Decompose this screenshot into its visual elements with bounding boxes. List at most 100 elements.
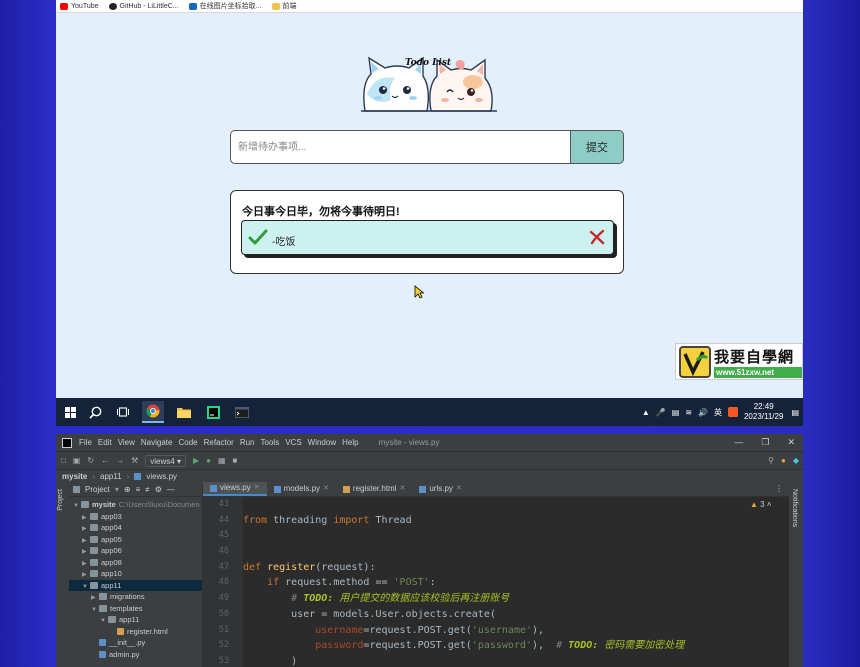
bookmark-folder-frontend[interactable]: 前端 — [271, 1, 297, 11]
menu-refactor[interactable]: Refactor — [204, 438, 234, 447]
tree-item-label: app08 — [101, 557, 122, 567]
file-explorer-button[interactable] — [173, 401, 195, 423]
tab-urls-py[interactable]: urls.py ✕ — [412, 482, 468, 496]
bookmark-github[interactable]: GitHub - LiLittleC... — [108, 2, 179, 10]
gear-icon[interactable]: ⚙ — [155, 485, 162, 494]
menu-code[interactable]: Code — [178, 438, 197, 447]
more-tabs-icon[interactable]: ⋮ — [775, 482, 783, 496]
clock[interactable]: 22:49 2023/11/29 — [744, 402, 783, 422]
coverage-icon[interactable]: ▦ — [218, 456, 226, 465]
close-tab-icon[interactable]: ✕ — [323, 482, 329, 496]
volume-icon[interactable]: 🔊 — [698, 408, 708, 417]
tree-item[interactable]: __init__.py — [69, 637, 202, 649]
code-editor[interactable]: from threading import Thread def registe… — [243, 497, 789, 667]
menu-tools[interactable]: Tools — [261, 438, 280, 447]
menu-edit[interactable]: Edit — [98, 438, 112, 447]
update-icon[interactable]: ● — [781, 456, 786, 465]
minimize-icon[interactable]: — — [734, 437, 743, 448]
close-tab-icon[interactable]: ✕ — [456, 482, 462, 496]
youtube-icon — [60, 2, 68, 10]
maximize-icon[interactable]: ❐ — [761, 437, 769, 448]
sync-icon[interactable]: ↻ — [87, 456, 94, 465]
hide-panel-icon[interactable]: — — [167, 485, 175, 494]
plugin-icon[interactable]: ◆ — [793, 456, 799, 465]
tree-item[interactable]: ▶ app04 — [69, 522, 202, 534]
chevron-down-icon[interactable]: ▾ — [115, 485, 119, 494]
notifications-tool-tab[interactable]: Notifications — [791, 489, 798, 527]
tree-item[interactable]: ▶ app06 — [69, 545, 202, 557]
forward-arrow-icon[interactable]: → — [116, 456, 124, 465]
code-line: username=request.POST.get('username'), — [315, 624, 545, 636]
tree-item[interactable]: ▶ app08 — [69, 557, 202, 569]
search-button[interactable] — [84, 401, 106, 423]
tree-item[interactable]: ▼ templates — [69, 603, 202, 615]
todo-list-card: 今日事今日毕，勿将今事待明日! -吃饭 — [230, 190, 624, 274]
network-icon[interactable]: ▤ — [672, 408, 680, 417]
tree-item[interactable]: ▶ app05 — [69, 534, 202, 546]
tab-models-py[interactable]: models.py ✕ — [267, 482, 336, 496]
close-tab-icon[interactable]: ✕ — [399, 482, 405, 496]
task-view-button[interactable] — [112, 401, 134, 423]
submit-button[interactable]: 提交 — [570, 130, 624, 164]
project-tool-tab[interactable]: Project — [57, 489, 64, 511]
notification-icon[interactable]: ▤ — [791, 408, 799, 417]
locate-icon[interactable]: ⊕ — [124, 485, 131, 494]
open-folder-icon[interactable]: □ — [61, 456, 66, 465]
sogou-icon[interactable] — [727, 407, 738, 417]
tree-item[interactable]: register.html — [69, 626, 202, 638]
tree-item[interactable]: ▼ app11 — [69, 579, 202, 591]
close-tab-icon[interactable]: ✕ — [254, 481, 260, 495]
inspection-widget[interactable]: ▲ 3 ˄ — [750, 500, 772, 509]
menu-window[interactable]: Window — [308, 438, 336, 447]
project-panel-title[interactable]: Project — [85, 485, 110, 494]
microphone-icon[interactable]: 🎤 — [656, 408, 666, 417]
bookmark-youtube[interactable]: YouTube — [60, 2, 99, 10]
tree-item[interactable]: ▶ migrations — [69, 591, 202, 603]
menu-view[interactable]: View — [118, 438, 135, 447]
stop-icon[interactable]: ■ — [233, 456, 238, 465]
bookmark-coordinate-tool[interactable]: 在线图片坐标拾取... — [188, 1, 262, 11]
debug-icon[interactable]: ● — [206, 456, 211, 465]
python-file-icon — [273, 485, 281, 493]
save-icon[interactable]: ▣ — [73, 456, 81, 465]
menu-run[interactable]: Run — [240, 438, 255, 447]
tree-item[interactable]: ▼ app11 — [69, 614, 202, 626]
tree-item[interactable]: ▼ mysite C:\Users\liuxu\Documen — [69, 499, 202, 511]
tree-item[interactable]: ▶ app03 — [69, 511, 202, 523]
build-icon[interactable]: ⚒ — [131, 456, 138, 465]
tab-register-html[interactable]: register.html ✕ — [336, 482, 412, 496]
delete-x-icon[interactable] — [589, 229, 605, 245]
ime-indicator[interactable]: 英 — [714, 407, 722, 418]
menu-help[interactable]: Help — [342, 438, 358, 447]
tree-item[interactable]: admin.py — [69, 649, 202, 661]
chrome-icon — [146, 404, 160, 418]
pycharm-taskbar-button[interactable] — [202, 401, 224, 423]
back-arrow-icon[interactable]: ← — [101, 456, 109, 465]
expand-all-icon[interactable]: ≠ — [145, 485, 149, 494]
chevron-up-icon[interactable]: ▲ — [642, 408, 650, 417]
chrome-taskbar-button[interactable] — [142, 401, 164, 423]
run-config-select[interactable]: views4 ▾ — [145, 454, 186, 467]
run-icon[interactable]: ▶ — [193, 456, 199, 465]
breadcrumb-root[interactable]: mysite — [62, 472, 87, 481]
collapse-all-icon[interactable]: ≡ — [136, 485, 141, 494]
menu-navigate[interactable]: Navigate — [141, 438, 173, 447]
wifi-icon[interactable]: ≋ — [685, 408, 692, 417]
folder-icon — [90, 547, 98, 554]
terminal-taskbar-button[interactable] — [231, 401, 253, 423]
left-tool-strip: Project — [56, 483, 69, 667]
search-everywhere-icon[interactable]: ⚲ — [768, 456, 774, 465]
menu-vcs[interactable]: VCS — [285, 438, 301, 447]
line-number: 47 — [218, 561, 229, 572]
breadcrumb-folder[interactable]: app11 — [100, 472, 122, 481]
todo-input[interactable] — [230, 130, 570, 164]
breadcrumb-file[interactable]: views.py — [146, 472, 177, 481]
todo-form: 提交 — [230, 130, 624, 164]
tree-item[interactable]: ▶ app10 — [69, 568, 202, 580]
start-button[interactable] — [59, 401, 81, 423]
checkmark-icon[interactable] — [248, 227, 268, 247]
close-icon[interactable]: ✕ — [787, 437, 795, 448]
menu-file[interactable]: File — [79, 438, 92, 447]
tab-views-py[interactable]: views.py ✕ — [203, 482, 267, 496]
